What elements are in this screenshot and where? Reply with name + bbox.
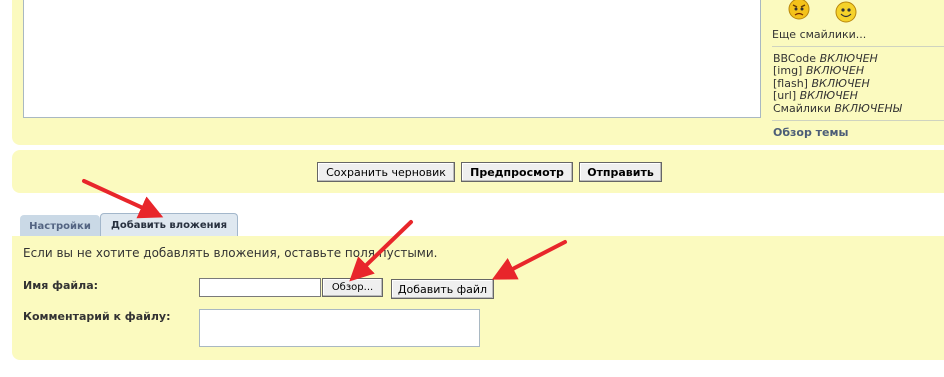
smilies-status: Смайлики ВКЛЮЧЕНЫ (773, 102, 902, 115)
attachments-note: Если вы не хотите добавлять вложения, ос… (23, 246, 438, 260)
topic-review-link[interactable]: Обзор темы (773, 126, 848, 139)
file-path-input[interactable] (199, 278, 321, 297)
preview-button[interactable]: Предпросмотр (461, 162, 573, 182)
divider (772, 46, 944, 47)
filename-label: Имя файла: (23, 279, 99, 292)
tab-settings[interactable]: Настройки (20, 215, 100, 237)
file-comment-textarea[interactable] (199, 309, 480, 347)
divider (772, 120, 944, 121)
browse-button[interactable]: Обзор... (322, 278, 383, 297)
angry-smiley-icon[interactable] (786, 0, 812, 25)
more-smilies-link[interactable]: Еще смайлики... (772, 28, 866, 41)
file-comment-label: Комментарий к файлу: (23, 310, 171, 323)
save-draft-button[interactable]: Сохранить черновик (317, 162, 455, 182)
smile-smiley-icon[interactable] (833, 0, 859, 27)
img-status: [img] ВКЛЮЧЕН (773, 64, 865, 77)
tab-add-attachments[interactable]: Добавить вложения (100, 213, 238, 237)
message-textarea[interactable] (23, 0, 761, 118)
url-status: [url] ВКЛЮЧЕН (773, 89, 858, 102)
submit-button[interactable]: Отправить (579, 162, 662, 182)
add-file-button[interactable]: Добавить файл (391, 279, 494, 299)
